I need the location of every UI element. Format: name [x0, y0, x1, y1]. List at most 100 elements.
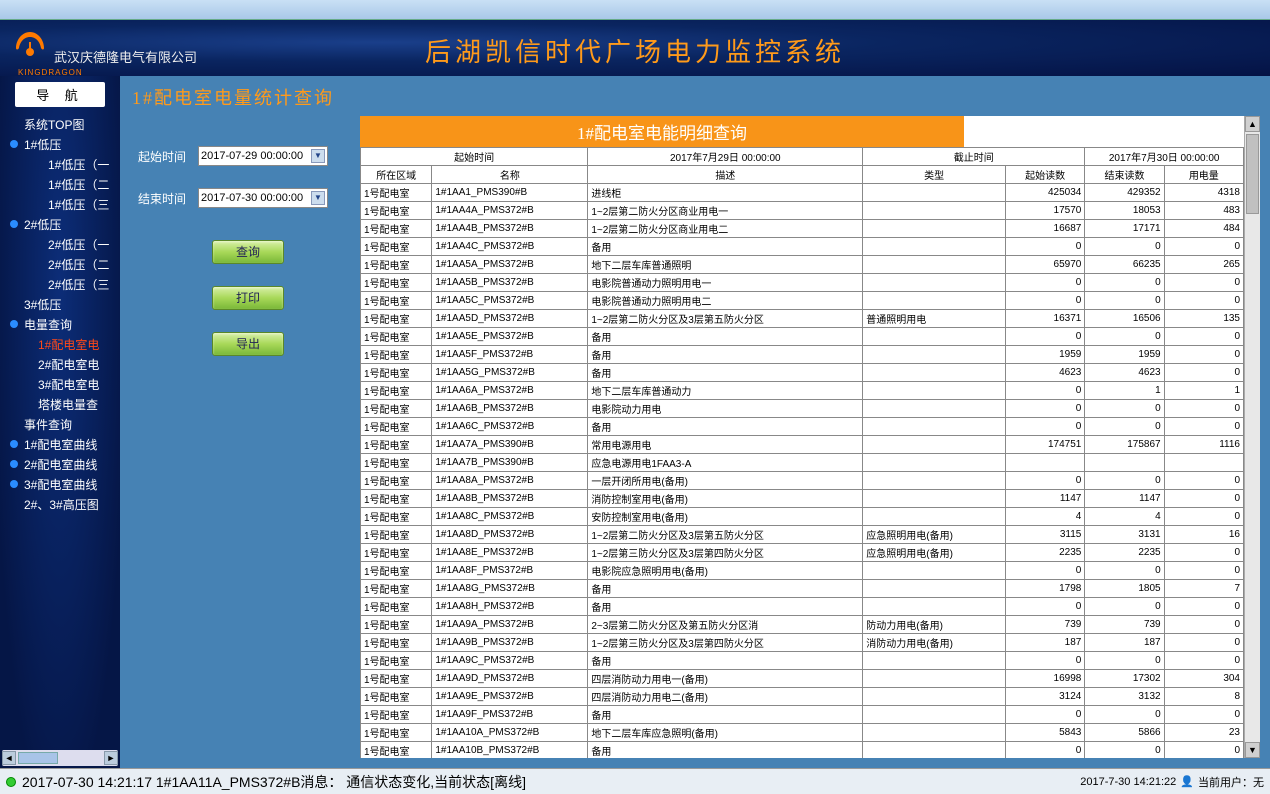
- table-cell: 1号配电室: [361, 724, 432, 742]
- nav-item[interactable]: 1#低压: [0, 135, 120, 155]
- table-row[interactable]: 1号配电室1#1AA5G_PMS372#B备用462346230: [361, 364, 1244, 382]
- table-cell: 1#1AA5G_PMS372#B: [432, 364, 588, 382]
- table-row[interactable]: 1号配电室1#1AA4A_PMS372#B1~2层第二防火分区商业用电一1757…: [361, 202, 1244, 220]
- nav-item[interactable]: 2#低压（一: [0, 235, 120, 255]
- table-cell: [863, 454, 1006, 472]
- table-row[interactable]: 1号配电室1#1AA9D_PMS372#B四层消防动力用电一(备用)169981…: [361, 670, 1244, 688]
- table-row[interactable]: 1号配电室1#1AA4C_PMS372#B备用000: [361, 238, 1244, 256]
- table-row[interactable]: 1号配电室1#1AA5B_PMS372#B电影院普通动力照明用电一000: [361, 274, 1244, 292]
- table-cell: 1#1AA4A_PMS372#B: [432, 202, 588, 220]
- nav-item[interactable]: 2#配电室电: [0, 355, 120, 375]
- table-cell: 1~2层第三防火分区及3层第四防火分区: [588, 634, 863, 652]
- table-row[interactable]: 1号配电室1#1AA9F_PMS372#B备用000: [361, 706, 1244, 724]
- table-row[interactable]: 1号配电室1#1AA7A_PMS390#B常用电源用电1747511758671…: [361, 436, 1244, 454]
- table-row[interactable]: 1号配电室1#1AA6C_PMS372#B备用000: [361, 418, 1244, 436]
- export-button[interactable]: 导出: [212, 332, 284, 356]
- start-time-value: 2017-07-29 00:00:00: [201, 150, 303, 162]
- nav-item[interactable]: 系统TOP图: [0, 115, 120, 135]
- table-cell: 16: [1164, 526, 1243, 544]
- table-cell: 18053: [1085, 202, 1164, 220]
- table-row[interactable]: 1号配电室1#1AA1_PMS390#B进线柜4250344293524318: [361, 184, 1244, 202]
- nav-item[interactable]: 事件查询: [0, 415, 120, 435]
- start-time-input[interactable]: 2017-07-29 00:00:00 ▼: [198, 146, 328, 166]
- table-row[interactable]: 1号配电室1#1AA6A_PMS372#B地下二层车库普通动力011: [361, 382, 1244, 400]
- nav-item[interactable]: 塔楼电量查: [0, 395, 120, 415]
- table-cell: 0: [1164, 508, 1243, 526]
- table-cell: 1号配电室: [361, 274, 432, 292]
- table-cell: 1#1AA8F_PMS372#B: [432, 562, 588, 580]
- table-row[interactable]: 1号配电室1#1AA6B_PMS372#B电影院动力用电000: [361, 400, 1244, 418]
- nav-item[interactable]: 1#低压（二: [0, 175, 120, 195]
- table-cell: 1147: [1085, 490, 1164, 508]
- start-time-label: 起始时间: [138, 148, 198, 165]
- table-row[interactable]: 1号配电室1#1AA5D_PMS372#B1~2层第二防火分区及3层第五防火分区…: [361, 310, 1244, 328]
- table-cell: 1#1AA9E_PMS372#B: [432, 688, 588, 706]
- nav-item[interactable]: 2#配电室曲线: [0, 455, 120, 475]
- table-row[interactable]: 1号配电室1#1AA8B_PMS372#B消防控制室用电(备用)11471147…: [361, 490, 1244, 508]
- nav-hscrollbar[interactable]: ◄ ►: [2, 750, 118, 766]
- scroll-down-icon[interactable]: ▼: [1245, 742, 1260, 758]
- query-button[interactable]: 查询: [212, 240, 284, 264]
- table-cell: 1#1AA4C_PMS372#B: [432, 238, 588, 256]
- table-cell: [863, 724, 1006, 742]
- scroll-right-icon[interactable]: ►: [104, 751, 118, 765]
- table-row[interactable]: 1号配电室1#1AA7B_PMS390#B应急电源用电1FAA3-A: [361, 454, 1244, 472]
- table-row[interactable]: 1号配电室1#1AA8G_PMS372#B备用179818057: [361, 580, 1244, 598]
- table-cell: 1号配电室: [361, 328, 432, 346]
- table-cell: [863, 562, 1006, 580]
- table-row[interactable]: 1号配电室1#1AA10A_PMS372#B地下二层车库应急照明(备用)5843…: [361, 724, 1244, 742]
- table-row[interactable]: 1号配电室1#1AA9A_PMS372#B2~3层第二防火分区及第五防火分区消防…: [361, 616, 1244, 634]
- table-cell: [863, 418, 1006, 436]
- company-name: 武汉庆德隆电气有限公司: [54, 47, 197, 66]
- nav-item[interactable]: 3#配电室电: [0, 375, 120, 395]
- table-row[interactable]: 1号配电室1#1AA5A_PMS372#B地下二层车库普通照明659706623…: [361, 256, 1244, 274]
- nav-item[interactable]: 2#低压（二: [0, 255, 120, 275]
- nav-item[interactable]: 1#配电室电: [0, 335, 120, 355]
- end-time-input[interactable]: 2017-07-30 00:00:00 ▼: [198, 188, 328, 208]
- table-row[interactable]: 1号配电室1#1AA8F_PMS372#B电影院应急照明用电(备用)000: [361, 562, 1244, 580]
- table-row[interactable]: 1号配电室1#1AA8H_PMS372#B备用000: [361, 598, 1244, 616]
- print-button[interactable]: 打印: [212, 286, 284, 310]
- dropdown-icon[interactable]: ▼: [311, 191, 325, 205]
- table-cell: [863, 598, 1006, 616]
- table-cell: 1#1AA5A_PMS372#B: [432, 256, 588, 274]
- scroll-thumb[interactable]: [1246, 134, 1259, 214]
- scroll-up-icon[interactable]: ▲: [1245, 116, 1260, 132]
- scroll-thumb[interactable]: [18, 752, 58, 764]
- table-cell: 0: [1006, 598, 1085, 616]
- table-row[interactable]: 1号配电室1#1AA9B_PMS372#B1~2层第三防火分区及3层第四防火分区…: [361, 634, 1244, 652]
- nav-item[interactable]: 2#、3#高压图: [0, 495, 120, 515]
- table-row[interactable]: 1号配电室1#1AA8D_PMS372#B1~2层第二防火分区及3层第五防火分区…: [361, 526, 1244, 544]
- table-row[interactable]: 1号配电室1#1AA8C_PMS372#B安防控制室用电(备用)440: [361, 508, 1244, 526]
- nav-item[interactable]: 1#低压（一: [0, 155, 120, 175]
- table-row[interactable]: 1号配电室1#1AA5F_PMS372#B备用195919590: [361, 346, 1244, 364]
- dropdown-icon[interactable]: ▼: [311, 149, 325, 163]
- nav-item[interactable]: 2#低压: [0, 215, 120, 235]
- table-row[interactable]: 1号配电室1#1AA9E_PMS372#B四层消防动力用电二(备用)312431…: [361, 688, 1244, 706]
- table-row[interactable]: 1号配电室1#1AA8E_PMS372#B1~2层第三防火分区及3层第四防火分区…: [361, 544, 1244, 562]
- table-row[interactable]: 1号配电室1#1AA5C_PMS372#B电影院普通动力照明用电二000: [361, 292, 1244, 310]
- table-cell: 739: [1085, 616, 1164, 634]
- table-cell: 1号配电室: [361, 238, 432, 256]
- table-cell: 4: [1085, 508, 1164, 526]
- scroll-left-icon[interactable]: ◄: [2, 751, 16, 765]
- table-cell: 备用: [588, 706, 863, 724]
- table-row[interactable]: 1号配电室1#1AA10B_PMS372#B备用000: [361, 742, 1244, 759]
- nav-item[interactable]: 2#低压（三: [0, 275, 120, 295]
- table-cell: 0: [1006, 292, 1085, 310]
- table-cell: [863, 742, 1006, 759]
- nav-item[interactable]: 3#配电室曲线: [0, 475, 120, 495]
- table-vscrollbar[interactable]: ▲ ▼: [1244, 116, 1260, 758]
- table-row[interactable]: 1号配电室1#1AA5E_PMS372#B备用000: [361, 328, 1244, 346]
- table-row[interactable]: 1号配电室1#1AA8A_PMS372#B一层开闭所用电(备用)000: [361, 472, 1244, 490]
- nav-item[interactable]: 1#低压（三: [0, 195, 120, 215]
- nav-item[interactable]: 3#低压: [0, 295, 120, 315]
- nav-item[interactable]: 电量查询: [0, 315, 120, 335]
- table-row[interactable]: 1号配电室1#1AA4B_PMS372#B1~2层第二防火分区商业用电二1668…: [361, 220, 1244, 238]
- table-row[interactable]: 1号配电室1#1AA9C_PMS372#B备用000: [361, 652, 1244, 670]
- table-cell: 174751: [1006, 436, 1085, 454]
- nav-item[interactable]: 1#配电室曲线: [0, 435, 120, 455]
- table-cell: 2235: [1006, 544, 1085, 562]
- table-cell: 187: [1006, 634, 1085, 652]
- table-cell: 0: [1164, 328, 1243, 346]
